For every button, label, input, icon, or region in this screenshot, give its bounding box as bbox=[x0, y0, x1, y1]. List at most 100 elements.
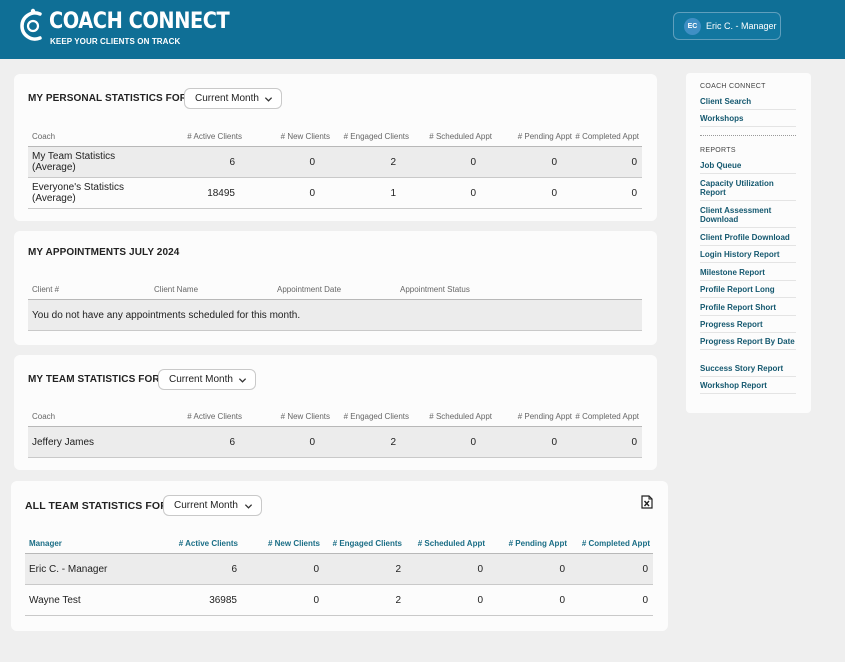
scheduled-appt-value: 0 bbox=[470, 437, 476, 448]
sidebar-link-client-assessment-download[interactable]: Client Assessment Download bbox=[700, 206, 796, 228]
brand-name[interactable]: COACH CONNECT bbox=[49, 9, 230, 34]
column-header[interactable]: # New Clients bbox=[268, 539, 320, 548]
column-header[interactable]: Coach bbox=[32, 412, 55, 421]
table-row[interactable]: Everyone's Statistics (Average) 18495 0 … bbox=[28, 178, 642, 209]
column-header[interactable]: # Pending Appt bbox=[509, 539, 567, 548]
engaged-clients-value: 2 bbox=[395, 595, 401, 606]
column-header[interactable]: # New Clients bbox=[281, 132, 330, 141]
personal-statistics-card: MY PERSONAL STATISTICS FOR: Current Mont… bbox=[14, 74, 657, 221]
all-team-statistics-card: ALL TEAM STATISTICS FOR: Current Month M… bbox=[11, 481, 668, 631]
column-header[interactable]: # Completed Appt bbox=[575, 412, 639, 421]
personal-statistics-title: MY PERSONAL STATISTICS FOR: bbox=[28, 93, 191, 104]
personal-period-select[interactable]: Current Month bbox=[184, 88, 282, 109]
all-team-statistics-table: Manager # Active Clients # New Clients #… bbox=[25, 532, 653, 616]
team-period-value: Current Month bbox=[169, 374, 233, 385]
engaged-clients-value: 2 bbox=[395, 564, 401, 575]
column-header[interactable]: # Pending Appt bbox=[518, 412, 572, 421]
appointments-card: MY APPOINTMENTS JULY 2024 Client # Clien… bbox=[14, 231, 657, 345]
column-header[interactable]: Manager bbox=[29, 539, 62, 548]
column-header[interactable]: # Active Clients bbox=[187, 412, 242, 421]
sidebar-link-workshops[interactable]: Workshops bbox=[700, 114, 796, 127]
team-period-select[interactable]: Current Month bbox=[158, 369, 256, 390]
table-row[interactable]: Wayne Test 36985 0 2 0 0 0 bbox=[25, 585, 653, 616]
manager-name[interactable]: Wayne Test bbox=[29, 595, 81, 606]
active-clients-value: 36985 bbox=[209, 595, 237, 606]
personal-statistics-table: Coach # Active Clients # New Clients # E… bbox=[28, 125, 642, 209]
avatar: EC bbox=[684, 17, 701, 35]
table-row[interactable]: My Team Statistics (Average) 6 0 2 0 0 0 bbox=[28, 147, 642, 178]
column-header[interactable]: # Scheduled Appt bbox=[429, 412, 492, 421]
active-clients-value: 6 bbox=[229, 437, 235, 448]
pending-appt-value: 0 bbox=[551, 188, 557, 199]
table-header: Client # Client Name Appointment Date Ap… bbox=[28, 278, 642, 300]
sidebar-link-client-search[interactable]: Client Search bbox=[700, 97, 796, 110]
new-clients-value: 0 bbox=[309, 157, 315, 168]
table-row[interactable]: Eric C. - Manager 6 0 2 0 0 0 bbox=[25, 554, 653, 585]
column-header[interactable]: # Completed Appt bbox=[582, 539, 650, 548]
sidebar-link-milestone-report[interactable]: Milestone Report bbox=[700, 268, 796, 281]
sidebar-link-progress-report-by-date[interactable]: Progress Report By Date bbox=[700, 337, 796, 350]
column-header[interactable]: Appointment Date bbox=[277, 285, 341, 294]
column-header[interactable]: # Active Clients bbox=[179, 539, 238, 548]
completed-appt-value: 0 bbox=[631, 437, 637, 448]
column-header[interactable]: # Engaged Clients bbox=[344, 132, 409, 141]
table-row[interactable]: Jeffery James 6 0 2 0 0 0 bbox=[28, 427, 642, 458]
sidebar-link-progress-report[interactable]: Progress Report bbox=[700, 320, 796, 333]
team-statistics-title: MY TEAM STATISTICS FOR: bbox=[28, 374, 164, 385]
sidebar-link-workshop-report[interactable]: Workshop Report bbox=[700, 381, 796, 394]
pending-appt-value: 0 bbox=[559, 564, 565, 575]
column-header[interactable]: # Active Clients bbox=[187, 132, 242, 141]
sidebar-divider bbox=[700, 135, 796, 136]
user-name: Eric C. - Manager bbox=[706, 21, 777, 31]
sidebar-link-profile-report-short[interactable]: Profile Report Short bbox=[700, 303, 796, 316]
user-menu-button[interactable]: EC Eric C. - Manager bbox=[673, 12, 781, 40]
sidebar-link-success-story-report[interactable]: Success Story Report bbox=[700, 364, 796, 377]
appointments-table: Client # Client Name Appointment Date Ap… bbox=[28, 278, 642, 331]
coach-connect-logo-icon[interactable] bbox=[18, 8, 48, 44]
excel-export-icon[interactable] bbox=[641, 495, 653, 509]
active-clients-value: 6 bbox=[229, 157, 235, 168]
column-header[interactable]: Appointment Status bbox=[400, 285, 470, 294]
active-clients-value: 18495 bbox=[207, 188, 235, 199]
manager-name[interactable]: Eric C. - Manager bbox=[29, 564, 107, 575]
column-header[interactable]: # Completed Appt bbox=[575, 132, 639, 141]
sidebar: COACH CONNECT Client Search Workshops RE… bbox=[686, 73, 811, 413]
column-header[interactable]: Client Name bbox=[154, 285, 198, 294]
sidebar-link-capacity-utilization-report[interactable]: Capacity Utilization Report bbox=[700, 179, 796, 201]
row-name: My Team Statistics (Average) bbox=[32, 151, 116, 173]
scheduled-appt-value: 0 bbox=[470, 188, 476, 199]
scheduled-appt-value: 0 bbox=[470, 157, 476, 168]
active-clients-value: 6 bbox=[231, 564, 237, 575]
column-header[interactable]: # Engaged Clients bbox=[333, 539, 402, 548]
empty-state-row: You do not have any appointments schedul… bbox=[28, 300, 642, 331]
column-header[interactable]: # Scheduled Appt bbox=[418, 539, 485, 548]
table-header: Coach # Active Clients # New Clients # E… bbox=[28, 405, 642, 427]
sidebar-link-profile-report-long[interactable]: Profile Report Long bbox=[700, 285, 796, 298]
personal-period-value: Current Month bbox=[195, 93, 259, 104]
completed-appt-value: 0 bbox=[631, 188, 637, 199]
engaged-clients-value: 2 bbox=[390, 157, 396, 168]
all-team-period-value: Current Month bbox=[174, 500, 238, 511]
coach-name[interactable]: Jeffery James bbox=[32, 437, 94, 448]
team-statistics-card: MY TEAM STATISTICS FOR: Current Month Co… bbox=[14, 355, 657, 470]
pending-appt-value: 0 bbox=[551, 437, 557, 448]
chevron-down-icon bbox=[264, 97, 273, 102]
column-header[interactable]: # New Clients bbox=[281, 412, 330, 421]
column-header[interactable]: # Pending Appt bbox=[518, 132, 572, 141]
new-clients-value: 0 bbox=[309, 188, 315, 199]
table-header: Coach # Active Clients # New Clients # E… bbox=[28, 125, 642, 147]
column-header[interactable]: Client # bbox=[32, 285, 59, 294]
column-header[interactable]: # Scheduled Appt bbox=[429, 132, 492, 141]
sidebar-link-job-queue[interactable]: Job Queue bbox=[700, 161, 796, 174]
all-team-period-select[interactable]: Current Month bbox=[163, 495, 262, 516]
sidebar-link-login-history-report[interactable]: Login History Report bbox=[700, 250, 796, 263]
appointments-title: MY APPOINTMENTS JULY 2024 bbox=[28, 247, 180, 258]
column-header[interactable]: # Engaged Clients bbox=[344, 412, 409, 421]
scheduled-appt-value: 0 bbox=[477, 564, 483, 575]
pending-appt-value: 0 bbox=[551, 157, 557, 168]
empty-state-message: You do not have any appointments schedul… bbox=[32, 310, 301, 321]
completed-appt-value: 0 bbox=[631, 157, 637, 168]
chevron-down-icon bbox=[238, 378, 247, 383]
column-header[interactable]: Coach bbox=[32, 132, 55, 141]
sidebar-link-client-profile-download[interactable]: Client Profile Download bbox=[700, 233, 796, 246]
